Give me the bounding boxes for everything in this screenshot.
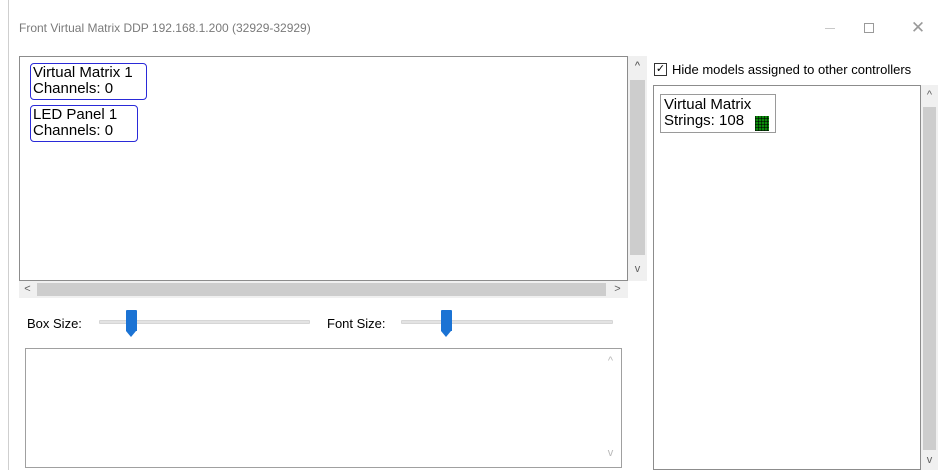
panel-scroll-up-icon[interactable]: ^ [629, 58, 646, 75]
scroll-down-icon[interactable]: v [602, 445, 619, 462]
close-icon: ✕ [910, 18, 926, 37]
box-size-slider-thumb[interactable] [125, 310, 137, 337]
models-vertical-scrollbar[interactable]: ^ v [921, 85, 938, 470]
scroll-left-icon[interactable]: < [19, 281, 36, 298]
scroll-thumb[interactable] [923, 107, 936, 450]
hide-models-checkbox[interactable]: ✓ [654, 63, 667, 76]
minimize-icon [825, 27, 835, 29]
controller-canvas[interactable]: Virtual Matrix 1 Channels: 0 LED Panel 1… [19, 56, 628, 281]
maximize-button[interactable] [854, 18, 884, 38]
close-button[interactable]: ✕ [903, 18, 933, 38]
canvas-model-led-panel-1[interactable]: LED Panel 1 Channels: 0 [30, 105, 138, 142]
hide-models-label[interactable]: Hide models assigned to other controller… [672, 62, 911, 77]
model-name: Virtual Matrix [664, 96, 752, 113]
scroll-up-icon[interactable]: ^ [602, 353, 619, 370]
font-size-slider[interactable] [401, 320, 613, 324]
scroll-up-icon[interactable]: ^ [921, 87, 938, 104]
minimize-button[interactable] [815, 18, 845, 38]
window-left-edge [8, 0, 9, 470]
scroll-right-icon[interactable]: > [609, 281, 626, 298]
scroll-down-icon[interactable]: v [629, 261, 646, 278]
output-text-area[interactable]: ^ v [25, 348, 622, 468]
scroll-thumb[interactable] [37, 283, 606, 296]
model-channels: Channels: 0 [33, 122, 114, 139]
model-channels: Channels: 0 [33, 80, 114, 97]
available-models-panel[interactable]: Virtual Matrix Strings: 108 [653, 85, 921, 470]
matrix-icon [755, 116, 769, 131]
font-size-label: Font Size: [327, 316, 386, 331]
scroll-down-icon[interactable]: v [921, 452, 938, 469]
font-size-slider-thumb[interactable] [440, 310, 452, 337]
title-bar[interactable]: Front Virtual Matrix DDP 192.168.1.200 (… [9, 0, 938, 44]
check-icon: ✓ [655, 63, 666, 75]
scroll-thumb[interactable] [630, 80, 645, 255]
canvas-model-virtual-matrix-1[interactable]: Virtual Matrix 1 Channels: 0 [30, 63, 147, 100]
canvas-horizontal-scrollbar[interactable]: < > [19, 281, 628, 298]
maximize-icon [864, 23, 874, 34]
canvas-vertical-scrollbar[interactable]: ^ v [628, 56, 647, 281]
window-title: Front Virtual Matrix DDP 192.168.1.200 (… [19, 21, 311, 35]
box-size-label: Box Size: [27, 316, 82, 331]
model-name: LED Panel 1 [33, 106, 118, 123]
model-name: Virtual Matrix 1 [33, 64, 133, 81]
model-card-virtual-matrix[interactable]: Virtual Matrix Strings: 108 [660, 94, 776, 133]
